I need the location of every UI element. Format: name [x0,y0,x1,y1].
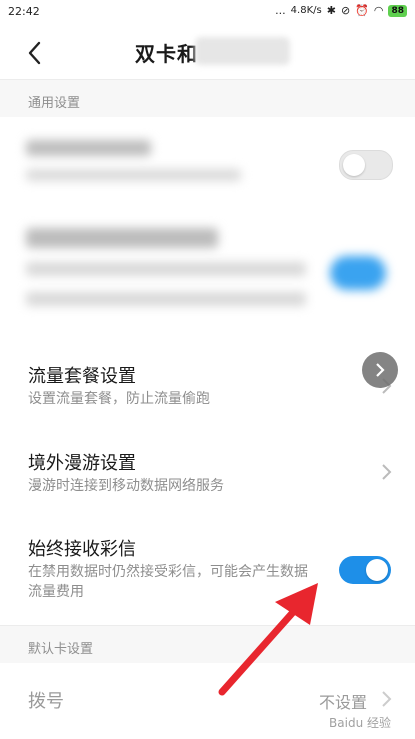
data-plan-subtitle: 设置流量套餐，防止流量偷跑 [28,391,210,407]
data-plan-title: 流量套餐设置 [28,366,136,387]
chevron-right-icon [382,691,392,707]
watermark-text: Baidu 经验 [329,716,391,730]
toggle-switch-off[interactable] [339,150,393,180]
mms-row[interactable]: 始终接收彩信 在禁用数据时仍然接受彩信，可能会产生数据流量费用 [0,515,415,626]
data-plan-row[interactable]: 流量套餐设置 设置流量套餐，防止流量偷跑 [0,343,415,430]
mms-toggle-switch[interactable] [339,556,391,584]
blurred-subtitle [26,169,241,181]
toggle-switch-on-blurred[interactable] [330,256,386,290]
section-header-default-card-label: 默认卡设置 [28,642,94,657]
section-header-general: 通用设置 [0,79,415,118]
roaming-title: 境外漫游设置 [28,453,136,474]
page-title: 双卡和 [135,42,198,66]
blurred-title [26,140,151,156]
top-bar: 双卡和 [0,24,415,79]
section-header-default-card: 默认卡设置 [0,625,415,664]
status-icons: ... 4.8K/s ✱ ⊘ ⏰ ◠ 88 [275,4,407,17]
wifi-icon: ◠ [373,4,384,17]
blurred-setting-row-2[interactable] [0,210,415,344]
blurred-setting-row-1[interactable] [0,117,415,211]
status-time: 22:42 [8,5,40,18]
status-bar: 22:42 ... 4.8K/s ✱ ⊘ ⏰ ◠ 88 [0,0,415,24]
mute-icon: ⊘ [340,4,351,17]
floating-forward-button[interactable] [362,352,398,388]
roaming-row[interactable]: 境外漫游设置 漫游时连接到移动数据网络服务 [0,429,415,516]
section-header-general-label: 通用设置 [28,96,81,111]
blurred-subtitle-line1 [26,262,306,276]
mms-subtitle: 在禁用数据时仍然接受彩信，可能会产生数据流量费用 [28,564,308,600]
blurred-title [26,228,218,248]
notification-dots: ... [275,4,286,17]
chevron-right-icon [382,464,392,480]
bluetooth-icon: ✱ [326,4,336,17]
battery-icon: 88 [388,4,407,17]
alarm-icon: ⏰ [355,4,369,17]
chevron-left-icon[interactable] [20,38,50,68]
network-speed: 4.8K/s [290,5,322,16]
mms-title: 始终接收彩信 [28,539,136,560]
blurred-subtitle-line2 [26,292,306,306]
blurred-title-part [195,37,290,65]
roaming-subtitle: 漫游时连接到移动数据网络服务 [28,478,224,494]
dial-value: 不设置 [318,693,367,712]
chevron-right-icon [376,363,385,377]
dial-title: 拨号 [28,691,64,712]
